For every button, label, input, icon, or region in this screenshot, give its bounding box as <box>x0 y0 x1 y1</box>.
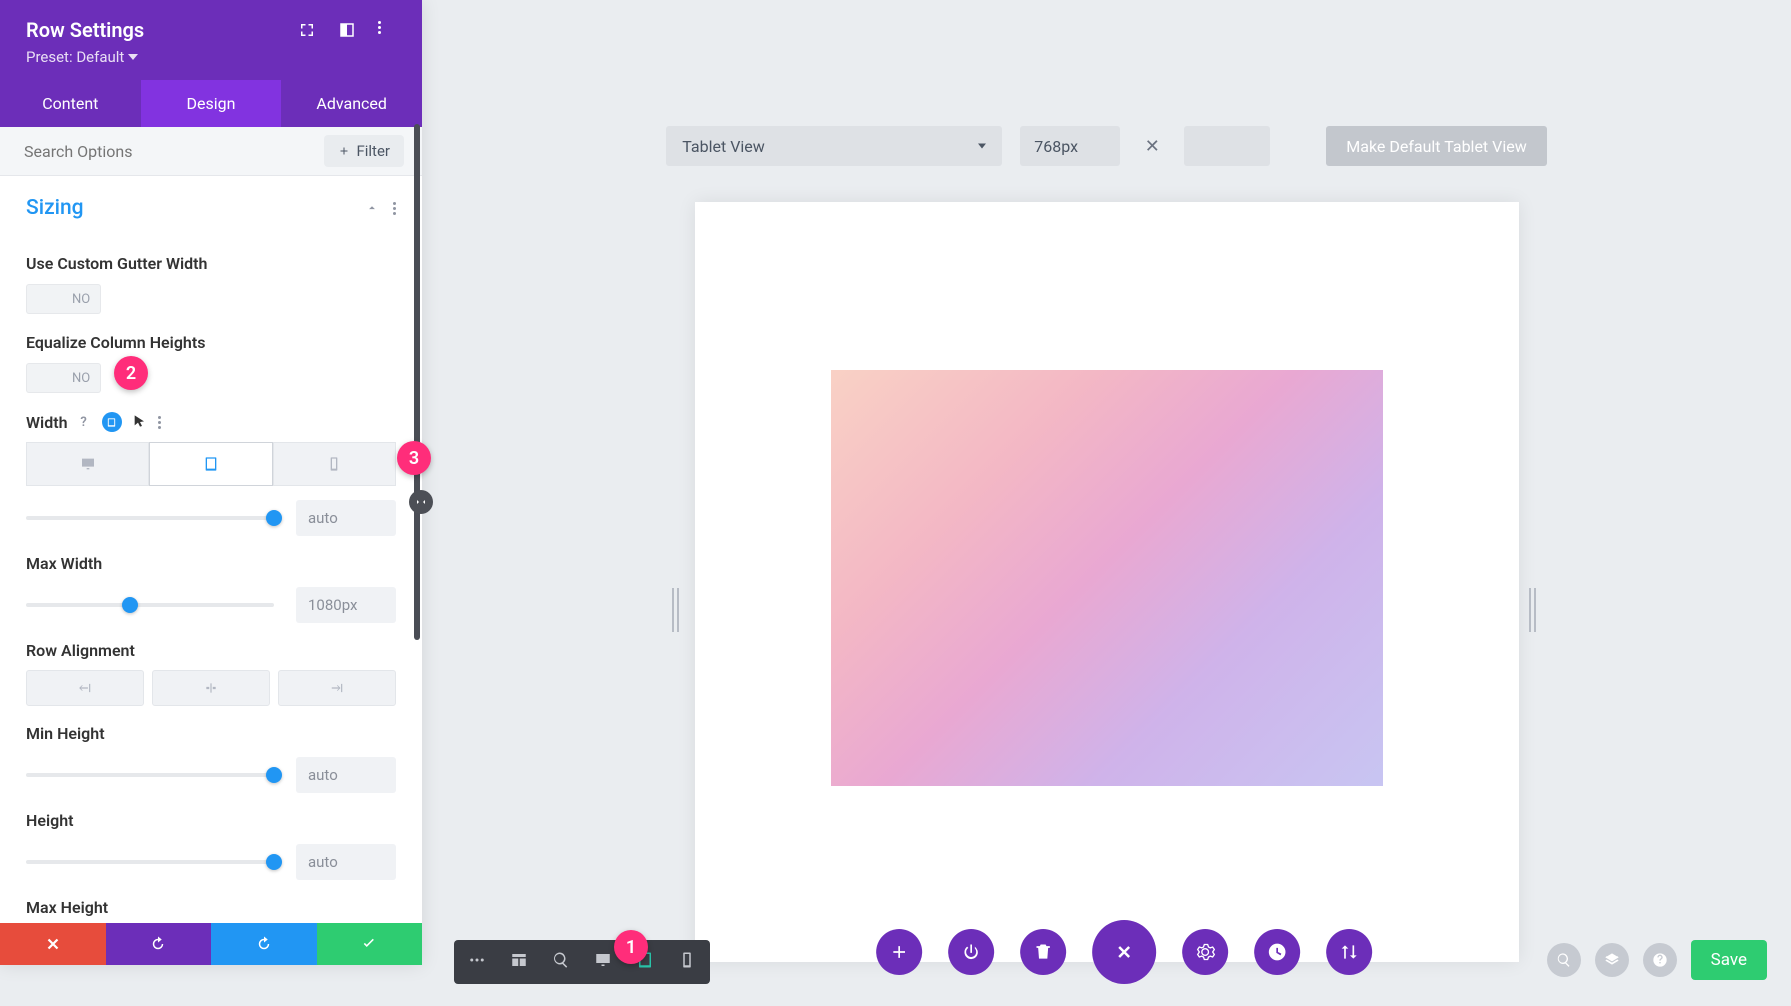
equalize-value: NO <box>62 363 101 393</box>
width-label: Width <box>26 413 68 432</box>
equalize-label: Equalize Column Heights <box>26 333 396 352</box>
preview-resize-right[interactable] <box>1529 588 1539 632</box>
search-input[interactable] <box>24 142 324 161</box>
gutter-toggle[interactable]: NO <box>26 283 396 315</box>
settings-panel: Row Settings Preset: Default Content Des… <box>0 0 422 965</box>
preset-selector[interactable]: Preset: Default <box>26 48 396 66</box>
preview-frame <box>695 202 1519 962</box>
device-tab-tablet[interactable] <box>149 442 272 486</box>
panel-tabs: Content Design Advanced <box>0 80 422 127</box>
align-center-button[interactable] <box>152 670 270 706</box>
redo-button[interactable] <box>211 923 317 965</box>
device-tab-phone[interactable] <box>273 442 396 486</box>
minheight-input[interactable] <box>296 757 396 793</box>
tab-advanced[interactable]: Advanced <box>281 80 422 127</box>
maxheight-label: Max Height <box>26 898 396 917</box>
clear-width-icon[interactable]: ✕ <box>1138 136 1166 157</box>
width-label-row: Width ? <box>26 412 396 432</box>
action-circles <box>876 920 1372 984</box>
viewport-height-input[interactable] <box>1184 126 1270 166</box>
canvas-area: ✕ Make Default Tablet View <box>422 0 1791 1006</box>
gutter-label: Use Custom Gutter Width <box>26 254 396 273</box>
hover-cursor-icon[interactable] <box>132 414 148 430</box>
align-right-button[interactable] <box>278 670 396 706</box>
panel-title: Row Settings <box>26 18 144 42</box>
device-tabs <box>26 442 396 486</box>
minheight-label: Min Height <box>26 724 396 743</box>
history-button[interactable] <box>1254 929 1300 975</box>
filter-button[interactable]: Filter <box>324 135 404 167</box>
view-select[interactable] <box>666 126 1002 166</box>
maxwidth-slider[interactable] <box>26 603 274 607</box>
save-button[interactable]: Save <box>1691 940 1767 980</box>
width-slider[interactable] <box>26 516 274 520</box>
zoom-icon[interactable] <box>552 951 570 973</box>
height-slider[interactable] <box>26 860 274 864</box>
height-input[interactable] <box>296 844 396 880</box>
view-select-wrap[interactable] <box>666 126 1002 166</box>
phone-view-icon[interactable] <box>678 951 696 973</box>
preset-label: Preset: Default <box>26 48 124 66</box>
rowalign-label: Row Alignment <box>26 641 396 660</box>
sidebar-toggle-icon[interactable] <box>338 21 356 39</box>
collapse-icon[interactable] <box>365 201 379 215</box>
maxwidth-label: Max Width <box>26 554 396 573</box>
align-row <box>26 670 396 706</box>
gutter-value: NO <box>62 284 101 314</box>
panel-footer <box>0 923 422 965</box>
power-button[interactable] <box>948 929 994 975</box>
panel-scrollbar[interactable] <box>414 124 420 640</box>
controls-scroll: Use Custom Gutter Width NO Equalize Colu… <box>0 226 422 923</box>
make-default-view-button[interactable]: Make Default Tablet View <box>1326 126 1546 166</box>
equalize-toggle[interactable]: NO <box>26 362 396 394</box>
responsive-tablet-icon[interactable] <box>102 412 122 432</box>
section-title: Sizing <box>26 196 84 220</box>
height-label: Height <box>26 811 396 830</box>
marker-2: 2 <box>114 356 148 390</box>
marker-3: 3 <box>397 441 431 475</box>
layers-dock-icon[interactable] <box>1595 943 1629 977</box>
cancel-button[interactable] <box>0 923 106 965</box>
align-left-button[interactable] <box>26 670 144 706</box>
search-filter-row: Filter <box>0 127 422 176</box>
wireframe-icon[interactable] <box>510 951 528 973</box>
width-more-icon[interactable] <box>158 416 161 429</box>
panel-resize-handle[interactable] <box>409 490 433 514</box>
section-header-sizing[interactable]: Sizing <box>0 176 422 226</box>
device-tab-desktop[interactable] <box>26 442 149 486</box>
builder-more-icon[interactable] <box>468 951 486 973</box>
minheight-slider[interactable] <box>26 773 274 777</box>
panel-more-icon[interactable] <box>378 21 396 39</box>
preview-content <box>831 370 1383 786</box>
marker-1: 1 <box>614 930 648 964</box>
fullscreen-icon[interactable] <box>298 21 316 39</box>
sort-button[interactable] <box>1326 929 1372 975</box>
delete-button[interactable] <box>1020 929 1066 975</box>
width-input[interactable] <box>296 500 396 536</box>
search-dock-icon[interactable] <box>1547 943 1581 977</box>
save-panel-button[interactable] <box>317 923 423 965</box>
preview-resize-left[interactable] <box>672 588 682 632</box>
section-more-icon[interactable] <box>393 202 396 215</box>
tab-content[interactable]: Content <box>0 80 141 127</box>
maxwidth-input[interactable] <box>296 587 396 623</box>
help-icon[interactable]: ? <box>76 414 92 430</box>
help-dock-icon[interactable] <box>1643 943 1677 977</box>
builder-bar <box>454 940 710 984</box>
settings-button[interactable] <box>1182 929 1228 975</box>
add-button[interactable] <box>876 929 922 975</box>
view-toolbar: ✕ Make Default Tablet View <box>666 126 1546 166</box>
filter-label: Filter <box>356 142 390 160</box>
viewport-width-input[interactable] <box>1020 126 1120 166</box>
undo-button[interactable] <box>106 923 212 965</box>
panel-header: Row Settings Preset: Default <box>0 0 422 80</box>
close-builder-button[interactable] <box>1092 920 1156 984</box>
desktop-view-icon[interactable] <box>594 951 612 973</box>
tab-design[interactable]: Design <box>141 80 282 127</box>
right-dock: Save <box>1547 940 1767 980</box>
